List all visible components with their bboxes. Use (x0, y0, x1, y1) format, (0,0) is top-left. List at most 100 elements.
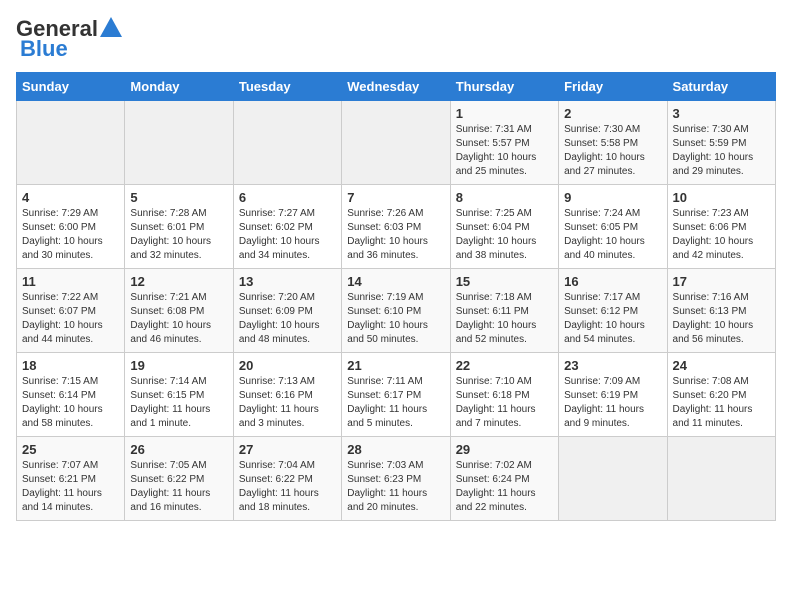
day-info: Sunrise: 7:17 AM Sunset: 6:12 PM Dayligh… (564, 291, 661, 347)
col-header-tuesday: Tuesday (233, 73, 341, 101)
day-info: Sunrise: 7:28 AM Sunset: 6:01 PM Dayligh… (130, 207, 227, 263)
calendar-cell: 18 Sunrise: 7:15 AM Sunset: 6:14 PM Dayli… (17, 353, 125, 437)
day-info: Sunrise: 7:09 AM Sunset: 6:19 PM Dayligh… (564, 375, 661, 431)
logo: General Blue (16, 16, 122, 62)
col-header-friday: Friday (559, 73, 667, 101)
calendar-cell: 20 Sunrise: 7:13 AM Sunset: 6:16 PM Dayli… (233, 353, 341, 437)
col-header-thursday: Thursday (450, 73, 558, 101)
day-number: 16 (564, 274, 661, 289)
calendar-cell (17, 101, 125, 185)
day-info: Sunrise: 7:10 AM Sunset: 6:18 PM Dayligh… (456, 375, 553, 431)
day-number: 24 (673, 358, 770, 373)
day-info: Sunrise: 7:27 AM Sunset: 6:02 PM Dayligh… (239, 207, 336, 263)
logo-blue: Blue (20, 36, 68, 62)
day-info: Sunrise: 7:05 AM Sunset: 6:22 PM Dayligh… (130, 459, 227, 515)
week-row-5: 25 Sunrise: 7:07 AM Sunset: 6:21 PM Dayli… (17, 437, 776, 521)
day-number: 14 (347, 274, 444, 289)
calendar-cell: 17 Sunrise: 7:16 AM Sunset: 6:13 PM Dayli… (667, 269, 775, 353)
calendar-cell: 15 Sunrise: 7:18 AM Sunset: 6:11 PM Dayli… (450, 269, 558, 353)
calendar-cell: 13 Sunrise: 7:20 AM Sunset: 6:09 PM Dayli… (233, 269, 341, 353)
calendar-cell: 3Sunrise: 7:30 AM Sunset: 5:59 PM Daylig… (667, 101, 775, 185)
calendar-cell: 4Sunrise: 7:29 AM Sunset: 6:00 PM Daylig… (17, 185, 125, 269)
day-number: 21 (347, 358, 444, 373)
day-number: 17 (673, 274, 770, 289)
calendar-cell: 1 Sunrise: 7:31 AM Sunset: 5:57 PM Daylig… (450, 101, 558, 185)
col-header-sunday: Sunday (17, 73, 125, 101)
col-header-saturday: Saturday (667, 73, 775, 101)
calendar-cell (125, 101, 233, 185)
day-number: 27 (239, 442, 336, 457)
day-info: Sunrise: 7:02 AM Sunset: 6:24 PM Dayligh… (456, 459, 553, 515)
day-info: Sunrise: 7:08 AM Sunset: 6:20 PM Dayligh… (673, 375, 770, 431)
day-number: 29 (456, 442, 553, 457)
day-info: Sunrise: 7:03 AM Sunset: 6:23 PM Dayligh… (347, 459, 444, 515)
week-row-1: 1 Sunrise: 7:31 AM Sunset: 5:57 PM Daylig… (17, 101, 776, 185)
col-header-wednesday: Wednesday (342, 73, 450, 101)
day-info: Sunrise: 7:25 AM Sunset: 6:04 PM Dayligh… (456, 207, 553, 263)
calendar-cell: 22 Sunrise: 7:10 AM Sunset: 6:18 PM Dayli… (450, 353, 558, 437)
day-number: 10 (673, 190, 770, 205)
day-number: 18 (22, 358, 119, 373)
day-number: 25 (22, 442, 119, 457)
calendar-cell: 19 Sunrise: 7:14 AM Sunset: 6:15 PM Dayli… (125, 353, 233, 437)
day-info: Sunrise: 7:22 AM Sunset: 6:07 PM Dayligh… (22, 291, 119, 347)
calendar-table: SundayMondayTuesdayWednesdayThursdayFrid… (16, 72, 776, 521)
week-row-4: 18 Sunrise: 7:15 AM Sunset: 6:14 PM Dayli… (17, 353, 776, 437)
calendar-cell: 7Sunrise: 7:26 AM Sunset: 6:03 PM Daylig… (342, 185, 450, 269)
day-info: Sunrise: 7:20 AM Sunset: 6:09 PM Dayligh… (239, 291, 336, 347)
day-number: 2 (564, 106, 661, 121)
day-number: 20 (239, 358, 336, 373)
calendar-cell: 28 Sunrise: 7:03 AM Sunset: 6:23 PM Dayli… (342, 437, 450, 521)
day-info: Sunrise: 7:24 AM Sunset: 6:05 PM Dayligh… (564, 207, 661, 263)
day-number: 15 (456, 274, 553, 289)
page-header: General Blue (16, 16, 776, 62)
calendar-cell (233, 101, 341, 185)
calendar-cell: 6 Sunrise: 7:27 AM Sunset: 6:02 PM Daylig… (233, 185, 341, 269)
day-info: Sunrise: 7:13 AM Sunset: 6:16 PM Dayligh… (239, 375, 336, 431)
day-info: Sunrise: 7:04 AM Sunset: 6:22 PM Dayligh… (239, 459, 336, 515)
day-number: 12 (130, 274, 227, 289)
day-info: Sunrise: 7:31 AM Sunset: 5:57 PM Dayligh… (456, 123, 553, 179)
day-number: 6 (239, 190, 336, 205)
week-row-2: 4Sunrise: 7:29 AM Sunset: 6:00 PM Daylig… (17, 185, 776, 269)
day-number: 13 (239, 274, 336, 289)
day-number: 7 (347, 190, 444, 205)
calendar-header-row: SundayMondayTuesdayWednesdayThursdayFrid… (17, 73, 776, 101)
day-number: 23 (564, 358, 661, 373)
day-number: 1 (456, 106, 553, 121)
day-number: 9 (564, 190, 661, 205)
calendar-cell: 12Sunrise: 7:21 AM Sunset: 6:08 PM Dayli… (125, 269, 233, 353)
calendar-cell: 11Sunrise: 7:22 AM Sunset: 6:07 PM Dayli… (17, 269, 125, 353)
calendar-cell: 8Sunrise: 7:25 AM Sunset: 6:04 PM Daylig… (450, 185, 558, 269)
calendar-cell: 21 Sunrise: 7:11 AM Sunset: 6:17 PM Dayli… (342, 353, 450, 437)
calendar-cell: 5 Sunrise: 7:28 AM Sunset: 6:01 PM Daylig… (125, 185, 233, 269)
calendar-cell: 27 Sunrise: 7:04 AM Sunset: 6:22 PM Dayli… (233, 437, 341, 521)
day-info: Sunrise: 7:15 AM Sunset: 6:14 PM Dayligh… (22, 375, 119, 431)
day-number: 4 (22, 190, 119, 205)
day-info: Sunrise: 7:19 AM Sunset: 6:10 PM Dayligh… (347, 291, 444, 347)
day-info: Sunrise: 7:11 AM Sunset: 6:17 PM Dayligh… (347, 375, 444, 431)
day-number: 22 (456, 358, 553, 373)
calendar-cell: 14 Sunrise: 7:19 AM Sunset: 6:10 PM Dayli… (342, 269, 450, 353)
day-number: 19 (130, 358, 227, 373)
calendar-cell (559, 437, 667, 521)
day-info: Sunrise: 7:07 AM Sunset: 6:21 PM Dayligh… (22, 459, 119, 515)
calendar-cell (667, 437, 775, 521)
day-info: Sunrise: 7:14 AM Sunset: 6:15 PM Dayligh… (130, 375, 227, 431)
day-info: Sunrise: 7:16 AM Sunset: 6:13 PM Dayligh… (673, 291, 770, 347)
col-header-monday: Monday (125, 73, 233, 101)
calendar-cell: 10 Sunrise: 7:23 AM Sunset: 6:06 PM Dayli… (667, 185, 775, 269)
calendar-cell: 16 Sunrise: 7:17 AM Sunset: 6:12 PM Dayli… (559, 269, 667, 353)
day-info: Sunrise: 7:30 AM Sunset: 5:58 PM Dayligh… (564, 123, 661, 179)
calendar-cell: 2 Sunrise: 7:30 AM Sunset: 5:58 PM Daylig… (559, 101, 667, 185)
day-info: Sunrise: 7:30 AM Sunset: 5:59 PM Dayligh… (673, 123, 770, 179)
calendar-cell: 25 Sunrise: 7:07 AM Sunset: 6:21 PM Dayli… (17, 437, 125, 521)
week-row-3: 11Sunrise: 7:22 AM Sunset: 6:07 PM Dayli… (17, 269, 776, 353)
day-number: 5 (130, 190, 227, 205)
day-info: Sunrise: 7:23 AM Sunset: 6:06 PM Dayligh… (673, 207, 770, 263)
day-info: Sunrise: 7:18 AM Sunset: 6:11 PM Dayligh… (456, 291, 553, 347)
calendar-cell: 26Sunrise: 7:05 AM Sunset: 6:22 PM Dayli… (125, 437, 233, 521)
calendar-cell (342, 101, 450, 185)
day-number: 28 (347, 442, 444, 457)
calendar-cell: 9 Sunrise: 7:24 AM Sunset: 6:05 PM Daylig… (559, 185, 667, 269)
